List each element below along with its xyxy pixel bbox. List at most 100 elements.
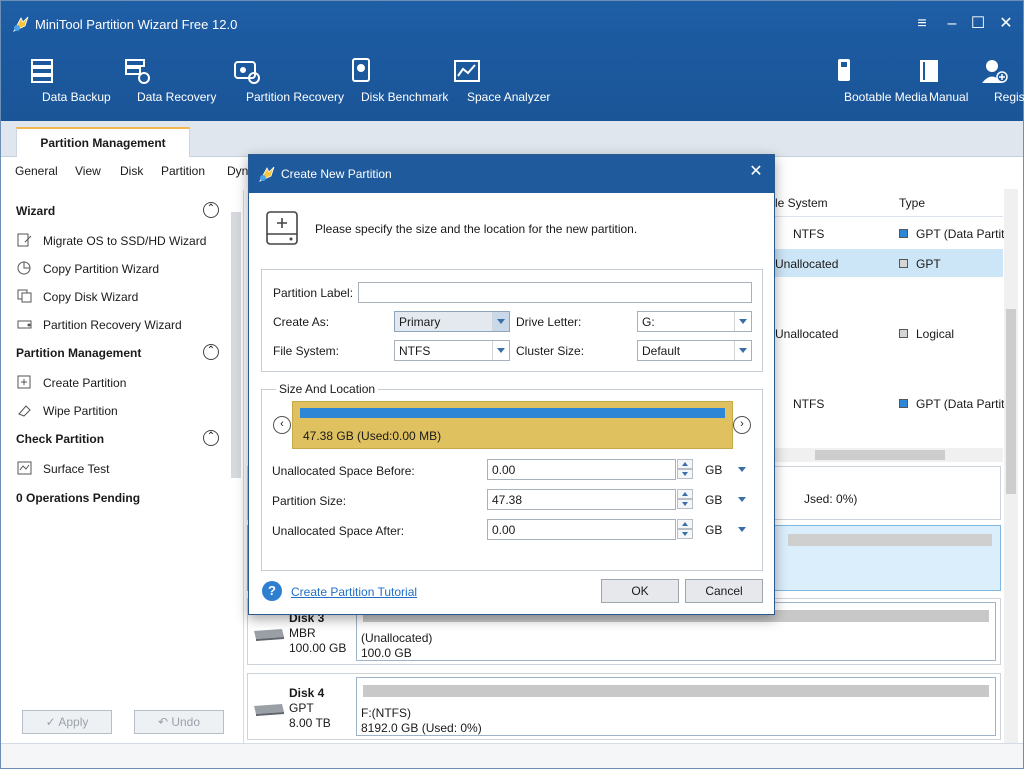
app-logo-icon xyxy=(259,166,275,182)
toolbar-disk-benchmark[interactable]: Disk Benchmark xyxy=(317,56,448,114)
partition-location-bar[interactable]: 47.38 GB (Used:0.00 MB) xyxy=(292,401,733,449)
space-after-input[interactable]: 0.00 xyxy=(487,519,676,540)
grid-cell-type: GPT (Data Partit xyxy=(899,227,1004,241)
hard-disk-icon xyxy=(254,704,284,716)
sidebar-item-copy-partition[interactable]: Copy Partition Wizard xyxy=(17,261,159,276)
disk-card-4[interactable]: Disk 4 GPT 8.00 TB F:(NTFS) 8192.0 GB (U… xyxy=(247,673,1001,740)
help-icon[interactable]: ? xyxy=(262,581,282,601)
drive-letter-select[interactable]: G: xyxy=(637,311,752,332)
partition-grid-header: le System Type xyxy=(775,189,1003,217)
file-system-label: File System: xyxy=(273,344,340,358)
move-right-icon[interactable]: › xyxy=(733,416,751,434)
disk-4-size: 8.00 TB xyxy=(289,716,331,730)
chevron-down-icon xyxy=(492,312,509,331)
grid-cell-type: Logical xyxy=(899,327,954,341)
action-panel: Wizard ⌃ Migrate OS to SSD/HD Wizard Cop… xyxy=(4,190,244,743)
toolbar-data-backup[interactable]: Data Backup xyxy=(9,56,111,114)
main-vertical-scrollbar[interactable] xyxy=(1004,189,1018,744)
data-backup-icon xyxy=(31,59,53,83)
menu-bar: General View Disk Partition Dyn xyxy=(1,158,261,186)
partition-label-input[interactable] xyxy=(358,282,752,303)
sidebar-scrollbar[interactable] xyxy=(229,198,241,488)
toolbar-space-analyzer[interactable]: Space Analyzer xyxy=(426,56,550,114)
space-after-label: Unallocated Space After: xyxy=(272,524,405,538)
space-before-spinner[interactable] xyxy=(677,459,693,480)
operations-pending: 0 Operations Pending xyxy=(16,491,141,505)
column-type[interactable]: Type xyxy=(899,196,925,210)
grid-cell-fs: NTFS xyxy=(793,397,825,411)
menu-icon[interactable]: ≡ xyxy=(911,13,933,35)
minimize-icon[interactable]: – xyxy=(941,13,963,35)
grid-cell-fs: Unallocated xyxy=(775,257,839,271)
undo-button[interactable]: ↶ Undo xyxy=(134,710,224,734)
unit-dropdown-icon[interactable] xyxy=(737,494,747,504)
apply-button[interactable]: ✓ Apply xyxy=(22,710,112,734)
new-partition-icon xyxy=(266,211,298,245)
size-location-legend: Size And Location xyxy=(276,382,379,396)
collapse-partition-management-icon[interactable]: ⌃ xyxy=(203,344,219,360)
toolbar-partition-recovery[interactable]: Partition Recovery xyxy=(197,56,344,114)
disk-4-partition[interactable]: F:(NTFS) 8192.0 GB (Used: 0%) xyxy=(356,677,996,736)
grid-horizontal-scrollbar[interactable] xyxy=(775,448,1003,462)
ok-button[interactable]: OK xyxy=(601,579,679,603)
disk-benchmark-icon xyxy=(352,58,370,82)
toolbar-manual[interactable]: Manual xyxy=(905,56,968,114)
partition-color-swatch xyxy=(899,329,908,338)
menu-view[interactable]: View xyxy=(75,164,101,178)
chevron-down-icon xyxy=(492,341,509,360)
file-system-select[interactable]: NTFS xyxy=(394,340,510,361)
menu-dynamic[interactable]: Dyn xyxy=(227,164,248,178)
create-as-select[interactable]: Primary xyxy=(394,311,510,332)
hard-disk-icon xyxy=(254,629,284,641)
tab-partition-management[interactable]: Partition Management xyxy=(16,127,190,157)
sidebar-item-wipe-partition[interactable]: Wipe Partition xyxy=(17,403,118,418)
space-after-spinner[interactable] xyxy=(677,519,693,540)
toolbar-register[interactable]: Register xyxy=(969,56,1024,114)
disk-4-name: Disk 4 xyxy=(289,686,325,700)
tab-strip: Partition Management xyxy=(1,121,1023,157)
unit-dropdown-icon[interactable] xyxy=(737,524,747,534)
maximize-icon[interactable]: ☐ xyxy=(967,13,989,35)
collapse-wizard-icon[interactable]: ⌃ xyxy=(203,202,219,218)
cancel-button[interactable]: Cancel xyxy=(685,579,763,603)
copy-disk-icon xyxy=(17,289,32,303)
menu-general[interactable]: General xyxy=(15,164,58,178)
partition-size-spinner[interactable] xyxy=(677,489,693,510)
unit-dropdown-icon[interactable] xyxy=(737,464,747,474)
menu-disk[interactable]: Disk xyxy=(120,164,143,178)
move-left-icon[interactable]: ‹ xyxy=(273,416,291,434)
space-before-input[interactable]: 0.00 xyxy=(487,459,676,480)
status-bar xyxy=(1,743,1023,768)
section-wizard-title: Wizard xyxy=(16,204,56,218)
space-before-label: Unallocated Space Before: xyxy=(272,464,415,478)
sidebar-item-copy-disk[interactable]: Copy Disk Wizard xyxy=(17,289,138,304)
sidebar-item-surface-test[interactable]: Surface Test xyxy=(17,461,109,476)
sidebar-item-partition-recovery[interactable]: Partition Recovery Wizard xyxy=(17,317,182,332)
toolbar-data-recovery[interactable]: Data Recovery xyxy=(98,56,216,114)
sidebar-item-create-partition[interactable]: Create Partition xyxy=(17,375,126,390)
partition-recovery-icon xyxy=(234,61,260,84)
disk-part-usage: Jsed: 0%) xyxy=(804,492,858,506)
partition-settings-group: Partition Label: Create As: Primary Driv… xyxy=(261,269,763,372)
sidebar-item-migrate-os[interactable]: Migrate OS to SSD/HD Wizard xyxy=(17,233,206,248)
partition-size-unit: GB xyxy=(705,493,723,507)
section-partition-management-title: Partition Management xyxy=(16,346,142,360)
drive-letter-label: Drive Letter: xyxy=(516,315,582,329)
partition-size-input[interactable]: 47.38 xyxy=(487,489,676,510)
toolbar-bootable-media[interactable]: Bootable Media xyxy=(801,56,927,114)
partition-color-swatch xyxy=(899,229,908,238)
dialog-close-icon[interactable]: ✕ xyxy=(746,162,766,182)
title-bar: MiniTool Partition Wizard Free 12.0 ≡ – … xyxy=(1,1,1024,121)
close-icon[interactable]: ✕ xyxy=(995,13,1017,35)
chevron-down-icon xyxy=(734,341,751,360)
partition-label-label: Partition Label: xyxy=(273,286,354,300)
cluster-size-select[interactable]: Default xyxy=(637,340,752,361)
disk-3-size: 100.00 GB xyxy=(289,641,347,655)
collapse-check-partition-icon[interactable]: ⌃ xyxy=(203,430,219,446)
tutorial-link[interactable]: Create Partition Tutorial xyxy=(291,585,417,599)
space-analyzer-icon xyxy=(454,60,480,82)
column-file-system[interactable]: le System xyxy=(775,196,828,210)
cluster-size-label: Cluster Size: xyxy=(516,344,585,358)
menu-partition[interactable]: Partition xyxy=(161,164,205,178)
data-recovery-icon xyxy=(125,59,150,84)
